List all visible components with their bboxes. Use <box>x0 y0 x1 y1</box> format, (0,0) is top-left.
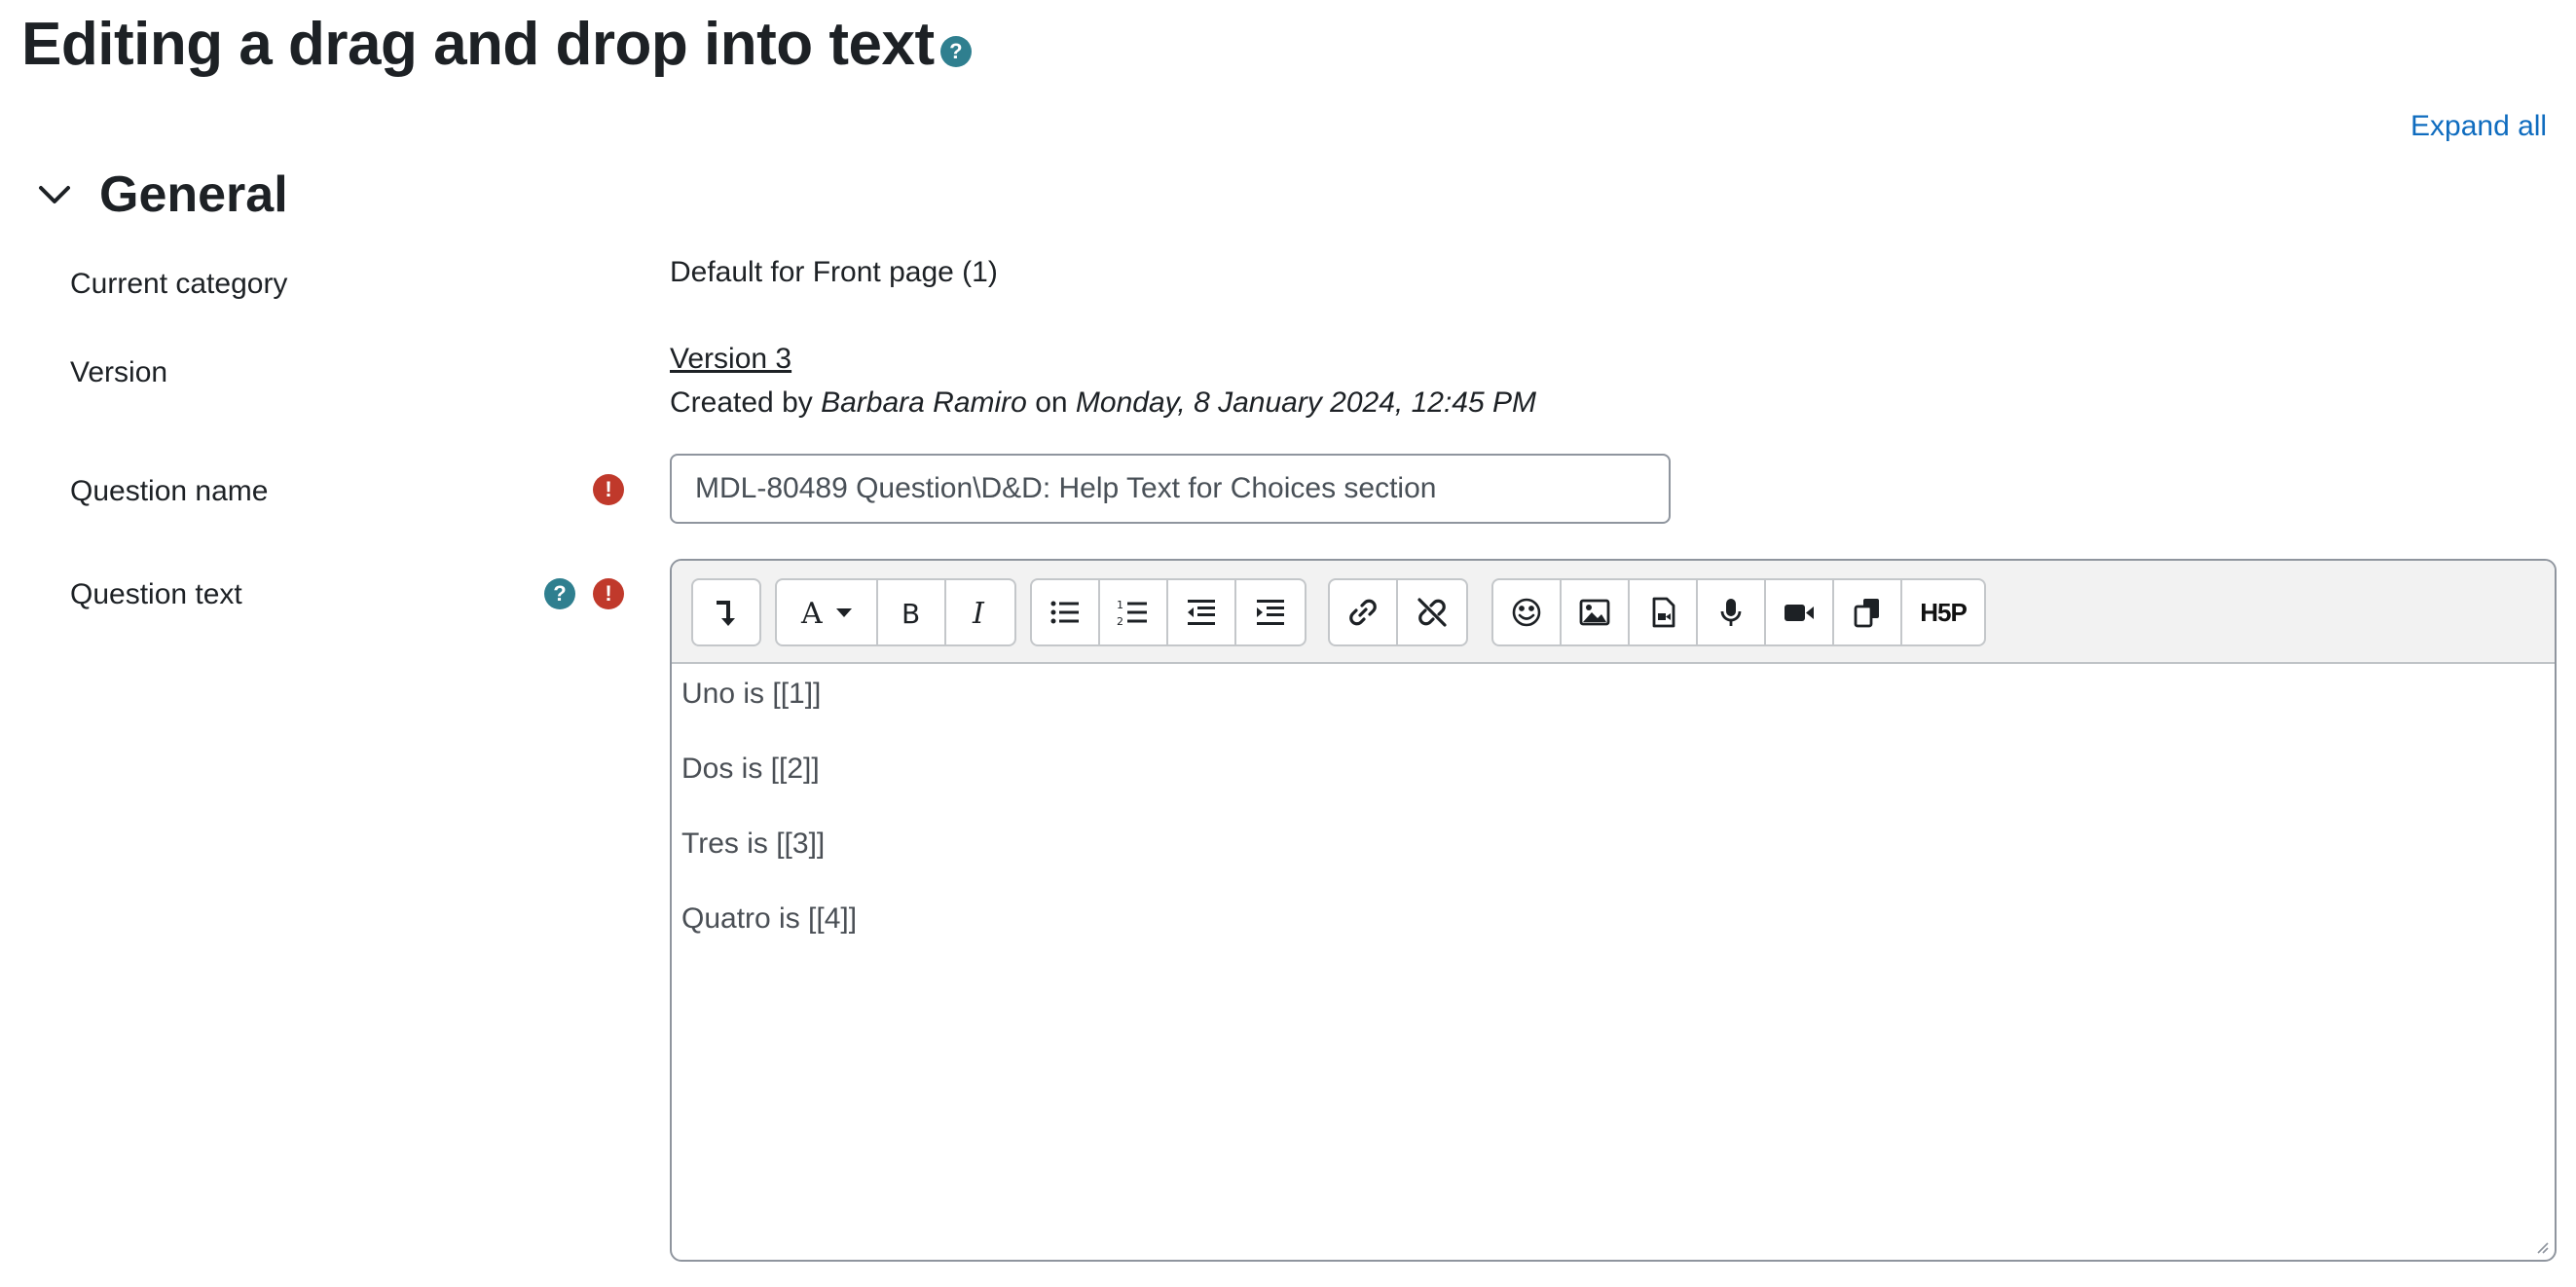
current-category-value: Default for Front page (1) <box>670 256 998 288</box>
bold-icon[interactable]: B <box>878 580 946 644</box>
svg-text:I: I <box>972 597 985 630</box>
indent-icon[interactable] <box>1236 580 1305 644</box>
collapse-icon[interactable] <box>693 580 759 644</box>
created-by-prefix: Created by <box>670 386 813 419</box>
toolbar-group-style: A B I <box>775 578 1016 646</box>
author-name: Barbara Ramiro <box>821 386 1027 419</box>
question-name-input[interactable] <box>670 454 1671 524</box>
toolbar-group-insert: H5P <box>1491 578 1986 646</box>
record-video-icon[interactable] <box>1766 580 1834 644</box>
section-title: General <box>99 166 288 223</box>
editor-content[interactable]: Uno is [[1]] Dos is [[2]] Tres is [[3]] … <box>672 664 2555 983</box>
version-label: Version <box>70 356 168 388</box>
image-icon[interactable] <box>1562 580 1630 644</box>
content-line: Quatro is [[4]] <box>681 902 858 935</box>
media-icon[interactable] <box>1630 580 1698 644</box>
toolbar-group-collapse <box>691 578 761 646</box>
svg-text:2: 2 <box>1117 615 1123 628</box>
italic-icon[interactable]: I <box>946 580 1014 644</box>
question-mark-icon[interactable]: ? <box>939 35 972 67</box>
outdent-icon[interactable] <box>1168 580 1236 644</box>
svg-text:A: A <box>800 597 823 630</box>
content-line: Dos is [[2]] <box>681 753 820 785</box>
version-link[interactable]: Version 3 <box>670 343 791 376</box>
created-date: Monday, 8 January 2024, 12:45 PM <box>1075 386 1536 419</box>
ordered-list-icon[interactable]: 12 <box>1100 580 1168 644</box>
required-icon: ! <box>593 474 624 505</box>
toolbar-group-links <box>1328 578 1468 646</box>
created-on: on <box>1035 386 1068 419</box>
current-category-label: Current category <box>70 268 288 300</box>
manage-files-icon[interactable] <box>1834 580 1902 644</box>
editor-toolbar: A B I 12 H5P <box>672 561 2555 664</box>
created-by-text: Created by Barbara Ramiro on Monday, 8 J… <box>670 386 1536 420</box>
unlink-icon[interactable] <box>1398 580 1466 644</box>
unordered-list-icon[interactable] <box>1032 580 1100 644</box>
emoji-icon[interactable] <box>1493 580 1562 644</box>
chevron-down-icon[interactable] <box>35 175 74 214</box>
question-text-label: Question text <box>70 578 242 610</box>
h5p-icon[interactable]: H5P <box>1902 580 1984 644</box>
toolbar-group-lists: 12 <box>1030 578 1306 646</box>
link-icon[interactable] <box>1330 580 1398 644</box>
svg-text:B: B <box>902 598 920 630</box>
question-text-editor[interactable]: A B I 12 H5P Uno is [[1]] Dos is [[2]] T… <box>670 559 2557 1262</box>
h5p-label: H5P <box>1920 597 1968 627</box>
content-line: Uno is [[1]] <box>681 678 822 710</box>
svg-text:1: 1 <box>1117 599 1123 611</box>
resize-handle-icon[interactable] <box>2535 1240 2549 1254</box>
content-line: Tres is [[3]] <box>681 827 826 860</box>
question-mark-icon[interactable]: ? <box>544 578 575 609</box>
page-title: Editing a drag and drop into text ? <box>21 10 972 79</box>
page-title-text: Editing a drag and drop into text <box>21 11 935 78</box>
required-icon: ! <box>593 578 624 609</box>
font-color-icon[interactable]: A <box>777 580 878 644</box>
expand-all-link[interactable]: Expand all <box>2410 110 2547 143</box>
question-name-label: Question name <box>70 475 269 507</box>
record-audio-icon[interactable] <box>1698 580 1766 644</box>
